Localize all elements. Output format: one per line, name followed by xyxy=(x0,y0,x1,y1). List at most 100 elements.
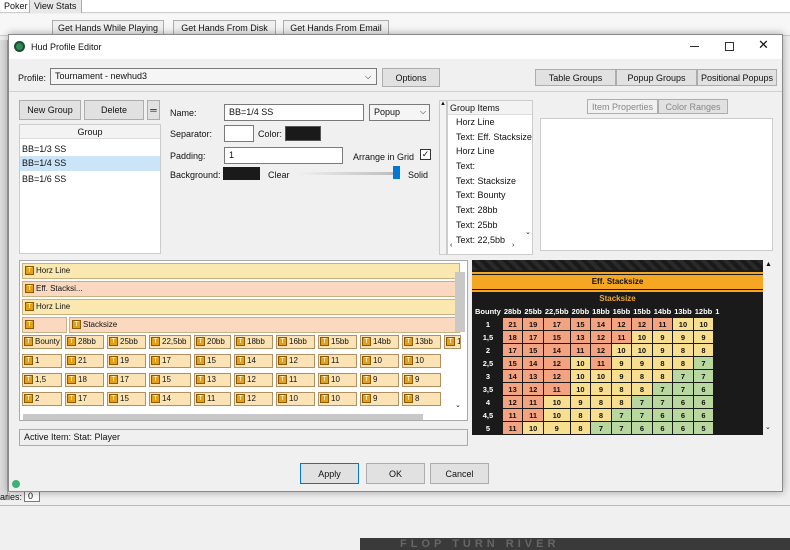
layout-cell[interactable]: T 17 xyxy=(107,373,146,387)
layout-cell[interactable]: T1 xyxy=(22,354,62,368)
layout-cell[interactable]: T 10 xyxy=(318,373,357,387)
tab-table-groups[interactable]: Table Groups xyxy=(535,69,616,86)
preview-scrollbar[interactable] xyxy=(763,260,773,435)
scroll-down-icon[interactable]: ⌄ xyxy=(525,228,531,236)
cancel-button[interactable]: Cancel xyxy=(430,463,489,484)
layout-cell[interactable]: T 12 xyxy=(234,392,273,406)
scroll-down-icon[interactable]: ⌄ xyxy=(765,423,771,431)
list-item[interactable]: Text: Stacksize xyxy=(448,174,532,189)
more-button[interactable]: ═ xyxy=(147,100,160,120)
arrange-grid-checkbox[interactable]: ✓ xyxy=(420,149,431,160)
layout-header-cell[interactable]: T 28bb xyxy=(65,335,104,349)
list-item[interactable]: Text: 22,5bb xyxy=(448,233,532,248)
list-item[interactable]: Horz Line xyxy=(448,115,532,130)
scroll-right-icon[interactable]: › xyxy=(512,242,514,249)
scroll-down-icon[interactable]: ⌄ xyxy=(455,401,461,409)
app-side-panel xyxy=(0,40,8,500)
layout-header-cell[interactable]: T 13bb xyxy=(402,335,441,349)
layout-header-cell[interactable]: T12 xyxy=(444,335,461,349)
layout-cell[interactable]: T 15 xyxy=(107,392,146,406)
group-item[interactable]: BB=1/6 SS xyxy=(22,172,66,186)
preview-hscrollbar[interactable] xyxy=(489,437,763,445)
background-swatch[interactable] xyxy=(223,167,260,180)
layout-cell[interactable]: T 11 xyxy=(276,373,315,387)
layout-header-cell[interactable]: T 18bb xyxy=(234,335,273,349)
tab-item-properties[interactable]: Item Properties xyxy=(587,99,658,114)
maximize-icon[interactable] xyxy=(725,42,734,51)
layout-row-horz-line[interactable]: T Horz Line xyxy=(22,263,460,279)
layout-cell[interactable]: T 18 xyxy=(65,373,104,387)
layout-cell[interactable]: T 15 xyxy=(194,354,231,368)
menu-view-stats[interactable]: View Stats xyxy=(30,0,82,13)
minimize-icon[interactable] xyxy=(690,46,699,47)
list-item[interactable]: Horz Line xyxy=(448,144,532,159)
group-column-header[interactable]: Group xyxy=(20,125,160,139)
new-group-button[interactable]: New Group xyxy=(19,100,81,120)
layout-cell[interactable]: T9 xyxy=(360,392,399,406)
layout-header-cell[interactable]: T 25bb xyxy=(107,335,146,349)
layout-cell[interactable]: T 21 xyxy=(65,354,104,368)
layout-cell[interactable]: T 10 xyxy=(402,354,441,368)
layout-cell[interactable]: T 10 xyxy=(276,392,315,406)
layout-cell[interactable]: T 19 xyxy=(107,354,146,368)
layout-cell[interactable]: T 10 xyxy=(360,354,399,368)
layout-header-cell[interactable]: T 16bb xyxy=(276,335,315,349)
layout-cell[interactable]: T 11 xyxy=(194,392,231,406)
list-item[interactable]: Text: 25bb xyxy=(448,218,532,233)
layout-header-cell[interactable]: T 20bb xyxy=(194,335,231,349)
layout-row-horz-line[interactable]: T Horz Line xyxy=(22,299,460,315)
group-item-selected[interactable]: BB=1/4 SS xyxy=(20,156,160,171)
layout-row-stacksize[interactable]: T Stacksize xyxy=(69,317,460,333)
group-items-scrollbar-left[interactable]: ▲ xyxy=(439,100,447,255)
name-input[interactable]: BB=1/4 SS xyxy=(224,104,364,121)
layout-cell[interactable]: T 1,5 xyxy=(22,373,62,387)
layout-header-cell[interactable]: T 15bb xyxy=(318,335,357,349)
layout-cell[interactable]: T9 xyxy=(360,373,399,387)
tab-popup-groups[interactable]: Popup Groups xyxy=(616,69,697,86)
layout-cell[interactable]: T 13 xyxy=(194,373,231,387)
group-item[interactable]: BB=1/3 SS xyxy=(22,142,66,156)
layout-header-cell[interactable]: T 22,5bb xyxy=(149,335,191,349)
ok-button[interactable]: OK xyxy=(366,463,425,484)
layout-cell[interactable]: T 11 xyxy=(318,354,357,368)
layout-cell[interactable]: T 10 xyxy=(318,392,357,406)
layout-cell[interactable]: T8 xyxy=(402,392,441,406)
options-button[interactable]: Options xyxy=(382,68,440,87)
color-swatch[interactable] xyxy=(285,126,321,141)
opacity-slider-thumb[interactable] xyxy=(393,166,400,179)
text-item-icon: T xyxy=(362,356,371,366)
layout-cell[interactable]: T2 xyxy=(22,392,62,406)
layout-cell[interactable]: T 17 xyxy=(149,354,191,368)
layout-cell-blank[interactable]: T xyxy=(22,317,67,333)
layout-cell[interactable]: T 12 xyxy=(234,373,273,387)
list-item[interactable]: Text: 28bb xyxy=(448,203,532,218)
layout-hscrollbar[interactable] xyxy=(23,414,423,420)
list-item[interactable]: Text: xyxy=(448,159,532,174)
apply-button[interactable]: Apply xyxy=(300,463,359,484)
profile-select[interactable]: Tournament - newhud3 xyxy=(50,68,377,85)
tab-positional-popups[interactable]: Positional Popups xyxy=(697,69,777,86)
layout-cell[interactable]: T 14 xyxy=(149,392,191,406)
layout-cell[interactable]: T 15 xyxy=(149,373,191,387)
layout-header-cell[interactable]: T 14bb xyxy=(360,335,399,349)
padding-input[interactable]: 1 xyxy=(224,147,343,164)
layout-cell[interactable]: T 14 xyxy=(234,354,273,368)
horz-line xyxy=(472,272,763,274)
opacity-slider-track[interactable] xyxy=(298,172,398,175)
close-icon[interactable]: ✕ xyxy=(758,38,769,52)
tab-color-ranges[interactable]: Color Ranges xyxy=(658,99,728,114)
preview-cell: 15 xyxy=(570,318,591,330)
layout-cell[interactable]: T 17 xyxy=(65,392,104,406)
layout-header-cell[interactable]: T Bounty xyxy=(22,335,62,349)
list-item[interactable]: Text: Bounty xyxy=(448,188,532,203)
layout-cell[interactable]: T 12 xyxy=(276,354,315,368)
list-item[interactable]: Text: Eff. Stacksize xyxy=(448,130,532,145)
delete-button[interactable]: Delete xyxy=(84,100,144,120)
layout-cell[interactable]: T9 xyxy=(402,373,441,387)
scroll-left-icon[interactable]: ‹ xyxy=(450,242,452,249)
layout-scrollbar-thumb[interactable] xyxy=(455,272,465,332)
scroll-up-icon[interactable]: ▲ xyxy=(765,261,772,268)
layout-row-eff-stacksize[interactable]: T Eff. Stacksi... xyxy=(22,281,460,297)
separator-input[interactable] xyxy=(224,125,254,142)
menu-poker[interactable]: Poker xyxy=(0,0,30,13)
